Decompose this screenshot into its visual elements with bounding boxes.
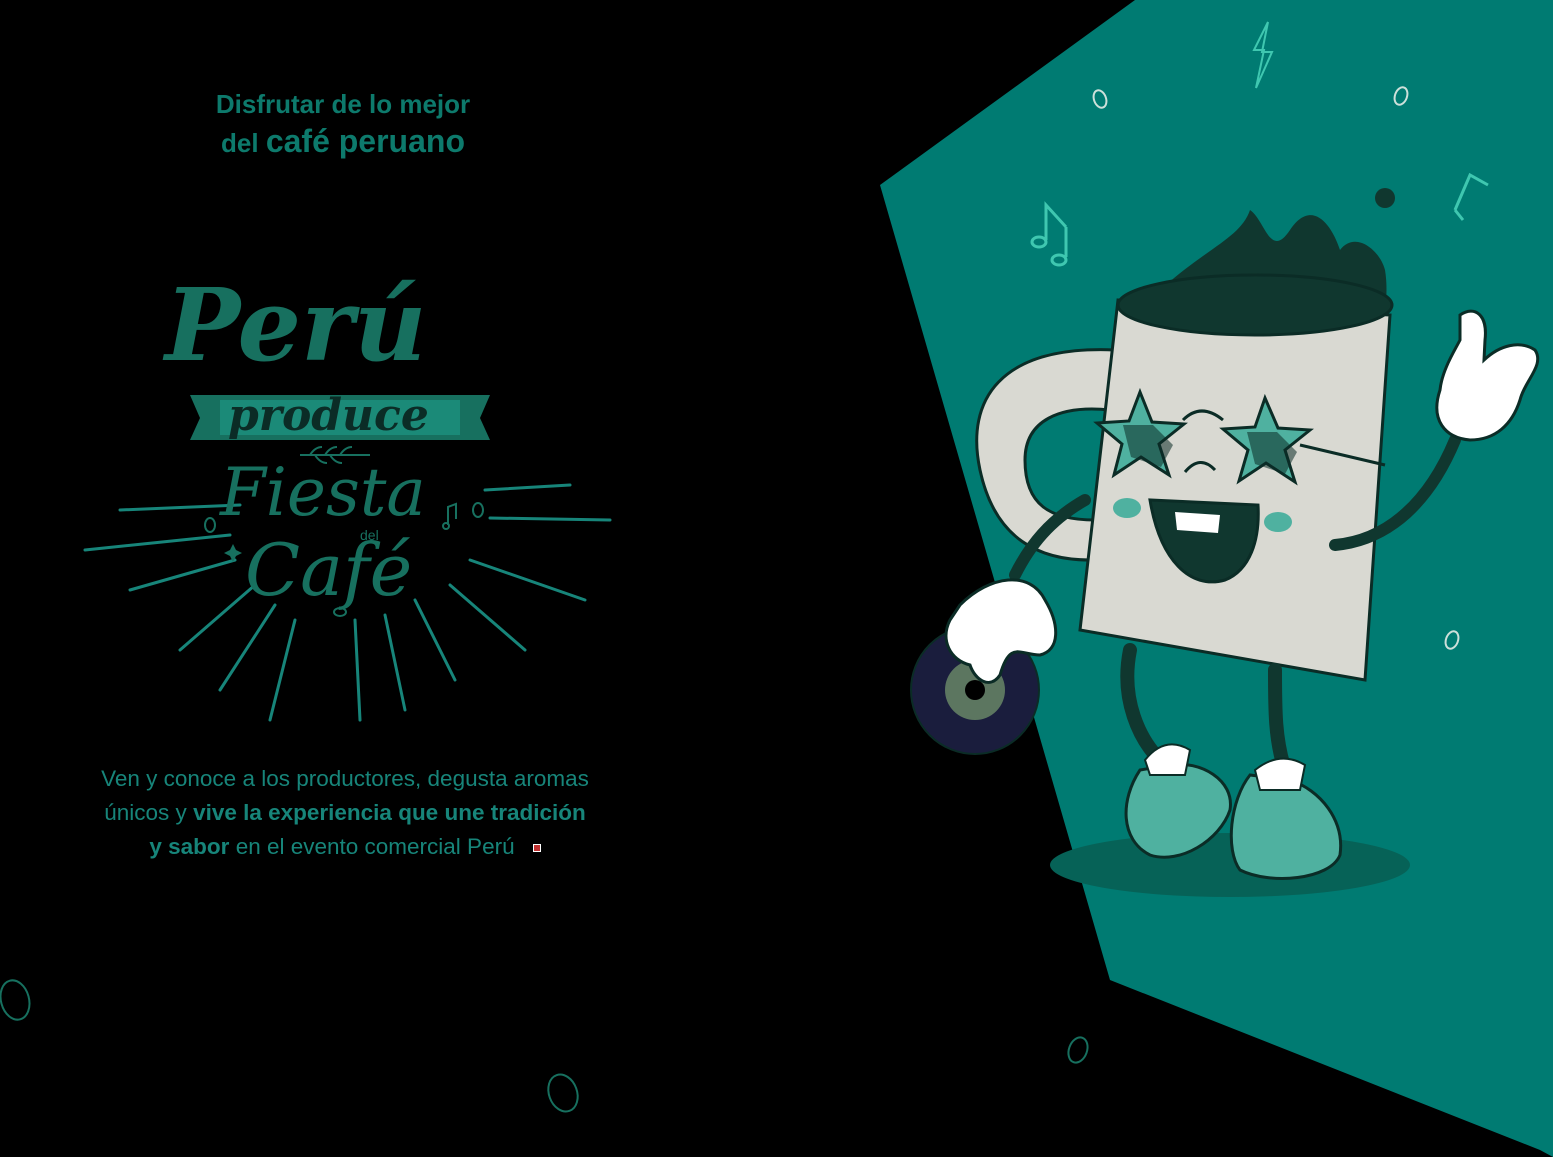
coffee-bean-icon — [0, 979, 1089, 1113]
mascot-illustration — [0, 0, 1553, 1157]
mug-body — [1078, 298, 1392, 682]
mug-opening — [1116, 273, 1394, 337]
cheek — [1264, 512, 1292, 532]
coffee-drop — [1375, 188, 1395, 208]
cheek — [1113, 498, 1141, 518]
